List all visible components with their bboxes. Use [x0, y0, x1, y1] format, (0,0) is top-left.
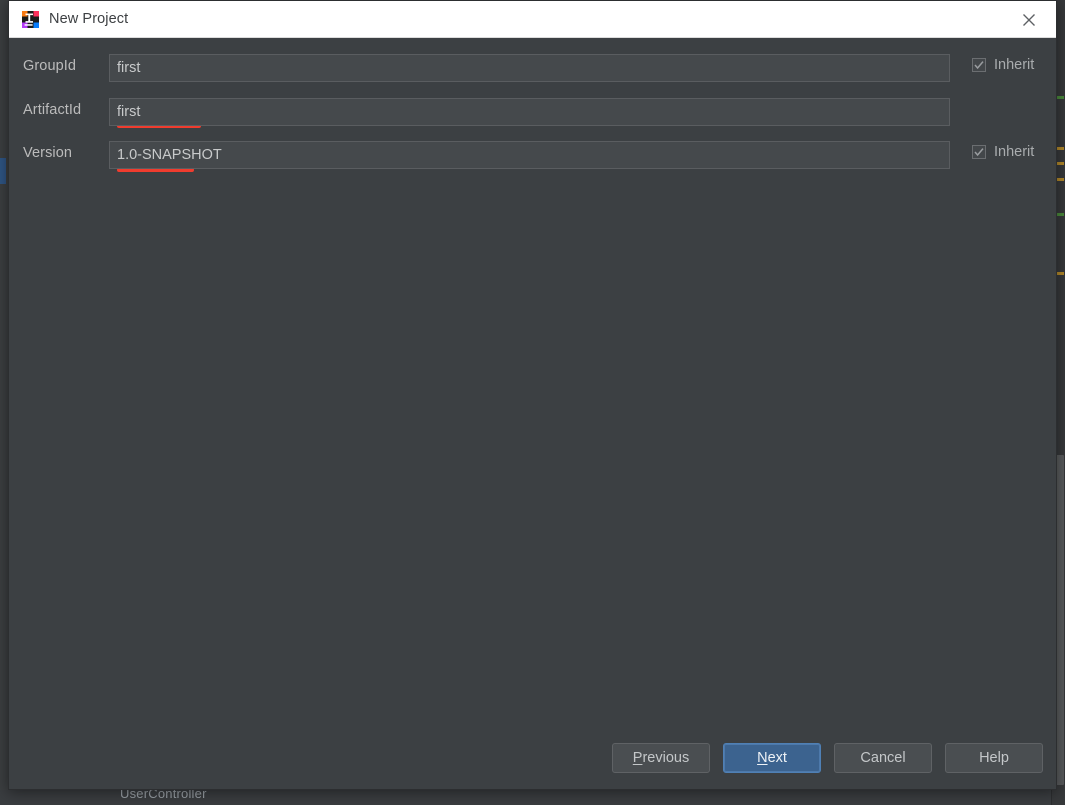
form-row-version: Version Inherit [9, 141, 1056, 169]
ide-selection-accent [0, 158, 6, 184]
intellij-idea-icon [22, 10, 39, 28]
dialog-form-area: GroupId Inherit ArtifactId Version [9, 38, 1056, 728]
inherit-groupid-checkbox[interactable] [972, 58, 986, 72]
dialog-title: New Project [49, 11, 129, 27]
label-artifactid: ArtifactId [23, 102, 82, 118]
help-button[interactable]: Help [945, 743, 1043, 773]
new-project-dialog: New Project GroupId Inherit [8, 0, 1057, 790]
label-groupid: GroupId [23, 58, 77, 74]
inherit-version-checkbox[interactable] [972, 145, 986, 159]
next-button-label: ext [767, 750, 787, 766]
close-icon[interactable] [1010, 6, 1048, 33]
previous-button-mnemonic: P [632, 750, 643, 766]
version-input[interactable] [109, 141, 950, 169]
inherit-groupid[interactable]: Inherit [972, 57, 1034, 73]
form-row-artifactid: ArtifactId [9, 98, 1056, 126]
next-button[interactable]: Next [723, 743, 821, 773]
previous-button[interactable]: Previous [612, 743, 710, 773]
inherit-version[interactable]: Inherit [972, 144, 1034, 160]
inherit-groupid-label: Inherit [994, 57, 1035, 73]
groupid-input[interactable] [109, 54, 950, 82]
form-row-groupid: GroupId Inherit [9, 54, 1056, 82]
cancel-button[interactable]: Cancel [834, 743, 932, 773]
artifactid-input[interactable] [109, 98, 950, 126]
inherit-version-label: Inherit [994, 144, 1035, 160]
next-button-mnemonic: N [757, 750, 768, 766]
label-version: Version [23, 145, 73, 161]
dialog-title-bar: New Project [9, 1, 1056, 38]
previous-button-label: revious [642, 750, 690, 766]
dialog-button-bar: Previous Next Cancel Help [9, 727, 1056, 789]
